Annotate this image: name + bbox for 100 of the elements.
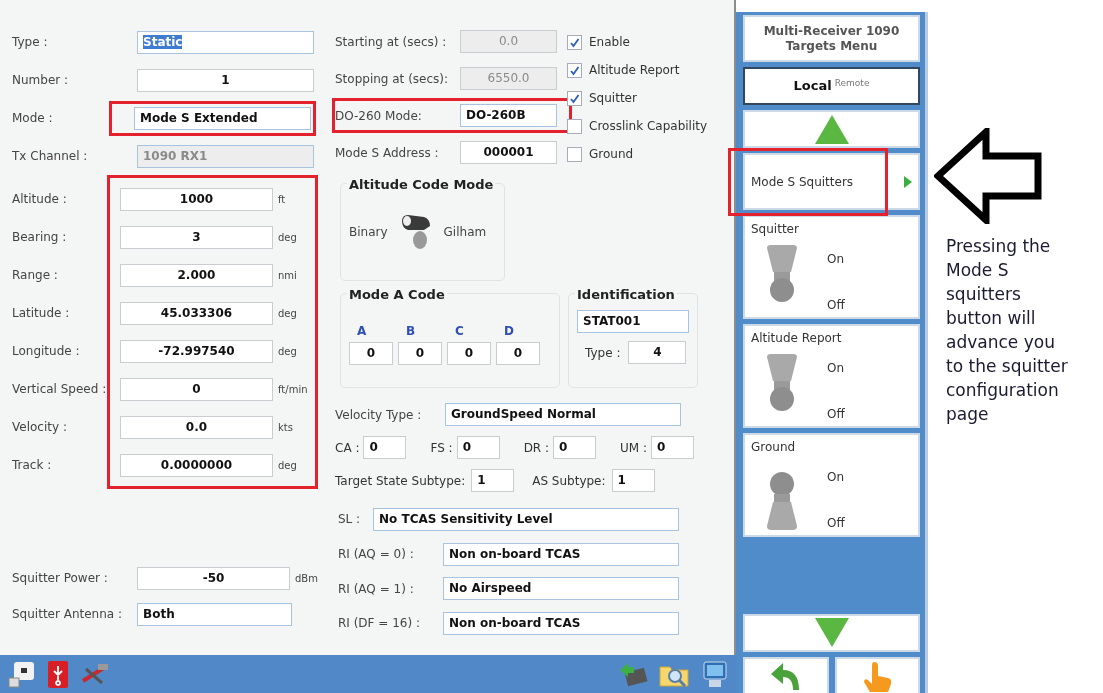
input-field[interactable]: 3 <box>120 225 273 249</box>
usb-icon[interactable] <box>46 659 70 689</box>
input-field[interactable]: 0 <box>120 377 273 401</box>
input-field[interactable]: No Airspeed <box>443 577 679 601</box>
input-field[interactable]: 0.0000000 <box>120 453 273 477</box>
on-label: On <box>827 360 845 377</box>
field-label: Tx Channel : <box>12 148 89 165</box>
field-label: RI (DF = 16) : <box>337 615 421 633</box>
input-field[interactable]: 0 <box>651 436 695 459</box>
monitor-icon[interactable] <box>700 659 728 689</box>
field-label: Stopping at (secs): <box>335 70 450 88</box>
toggle-switch[interactable] <box>765 470 799 532</box>
input-field[interactable]: 1 <box>471 469 515 492</box>
input-field[interactable]: -50 <box>137 566 290 590</box>
field-label: Squitter Power : <box>12 570 109 587</box>
input-field[interactable]: 2.000 <box>120 263 273 287</box>
input-field[interactable]: 000001 <box>460 141 557 164</box>
field-label: Squitter Antenna : <box>12 606 124 623</box>
digit-label: D <box>503 323 514 340</box>
field-label: Type : <box>12 34 49 51</box>
field-label: Mode S Address : <box>335 144 440 162</box>
input-field[interactable]: Static <box>137 30 314 54</box>
checkbox[interactable] <box>567 62 582 78</box>
select-button[interactable] <box>834 657 920 693</box>
field-label: Target State Subtype: <box>335 472 466 490</box>
unit-label: dBm <box>294 571 319 586</box>
input-field[interactable]: GroundSpeed Normal <box>445 403 681 426</box>
mode-toggle-button[interactable]: Local Remote <box>743 67 920 105</box>
input-field[interactable]: DO-260B <box>460 104 557 127</box>
digit-label: B <box>405 323 416 340</box>
input-field[interactable]: 0.0 <box>120 415 273 439</box>
scroll-up-button[interactable] <box>743 110 920 148</box>
input-field[interactable]: Mode S Extended <box>134 106 311 130</box>
off-label: Off <box>827 515 845 532</box>
checkbox[interactable] <box>567 146 582 162</box>
toggle-label: Squitter <box>751 221 800 238</box>
input-field[interactable]: 4 <box>628 341 687 364</box>
unit-label: deg <box>277 306 298 321</box>
unit-label: kts <box>277 420 294 435</box>
checkbox[interactable] <box>567 90 582 106</box>
checkbox-label: Crosslink Capability <box>589 118 708 135</box>
checkbox[interactable] <box>567 118 582 134</box>
digit-label: C <box>454 323 464 340</box>
field-label: DR : <box>523 439 550 457</box>
scroll-down-button[interactable] <box>743 614 920 652</box>
input-field[interactable]: STAT001 <box>577 310 689 333</box>
field-label: Track : <box>12 457 53 474</box>
unit-label: deg <box>277 344 298 359</box>
tools-icon[interactable] <box>80 661 110 687</box>
unit-label: deg <box>277 230 298 245</box>
field-label: SL : <box>337 511 362 528</box>
input-field[interactable]: 1 <box>137 68 314 92</box>
field-label: Velocity : <box>12 419 68 436</box>
unit-label: nmi <box>277 268 298 283</box>
field-label: Vertical Speed : <box>12 381 108 398</box>
off-label: Off <box>827 297 845 314</box>
field-label: FS : <box>430 439 453 457</box>
toggle-label: Altitude Report <box>751 330 843 347</box>
field-label: Mode : <box>12 110 54 127</box>
field-label: RI (AQ = 0) : <box>337 546 415 564</box>
triangle-right-icon <box>904 175 912 188</box>
menu-button[interactable]: Mode S Squitters <box>743 153 920 210</box>
input-field[interactable]: 0 <box>447 342 491 365</box>
field-label: Number : <box>12 72 70 89</box>
unit-label: ft/min <box>277 382 309 397</box>
input-field[interactable]: -72.997540 <box>120 339 273 363</box>
field-label: Altitude : <box>12 191 68 208</box>
menu-title: Multi-Receiver 1090 Targets Menu <box>762 23 901 54</box>
network-icon[interactable] <box>8 660 36 688</box>
field-label: AS Subtype: <box>532 472 606 490</box>
field-label: Starting at (secs) : <box>335 33 448 51</box>
device-arrow-icon[interactable] <box>618 660 648 688</box>
input-field[interactable]: 0 <box>456 436 500 459</box>
input-field[interactable]: 0 <box>398 342 442 365</box>
toggle-label: Ground <box>751 439 797 456</box>
input-field[interactable]: 1 <box>611 469 655 492</box>
checkbox[interactable] <box>567 34 582 50</box>
annotation-text: Pressing the Mode S squitters button will advance you to the squitter configuration page <box>946 235 1069 426</box>
field-label: CA : <box>335 439 360 457</box>
field-label: Latitude : <box>12 305 71 322</box>
input-field[interactable]: 0 <box>553 436 597 459</box>
input-field[interactable]: Non on-board TCAS <box>443 611 679 635</box>
input-field[interactable]: Both <box>137 602 292 626</box>
input-field[interactable]: 45.033306 <box>120 301 273 325</box>
unit-label: deg <box>277 458 298 473</box>
input-field[interactable]: 0 <box>496 342 540 365</box>
input-field[interactable]: No TCAS Sensitivity Level <box>373 507 679 531</box>
input-field[interactable]: Non on-board TCAS <box>443 542 679 566</box>
on-label: On <box>827 251 845 268</box>
field-label: RI (AQ = 1) : <box>337 580 415 598</box>
input-field[interactable]: 0 <box>363 436 407 459</box>
checkbox-label: Enable <box>589 34 630 51</box>
field-label: Longitude : <box>12 343 81 360</box>
option-label: Gilham <box>443 224 487 241</box>
unit-label: ft <box>277 192 287 207</box>
input-field[interactable]: 0 <box>349 342 393 365</box>
field-label: Type : <box>585 344 621 362</box>
back-button[interactable] <box>743 657 829 693</box>
field-label: Velocity Type : <box>335 406 423 424</box>
input-field[interactable]: 1000 <box>120 187 273 211</box>
